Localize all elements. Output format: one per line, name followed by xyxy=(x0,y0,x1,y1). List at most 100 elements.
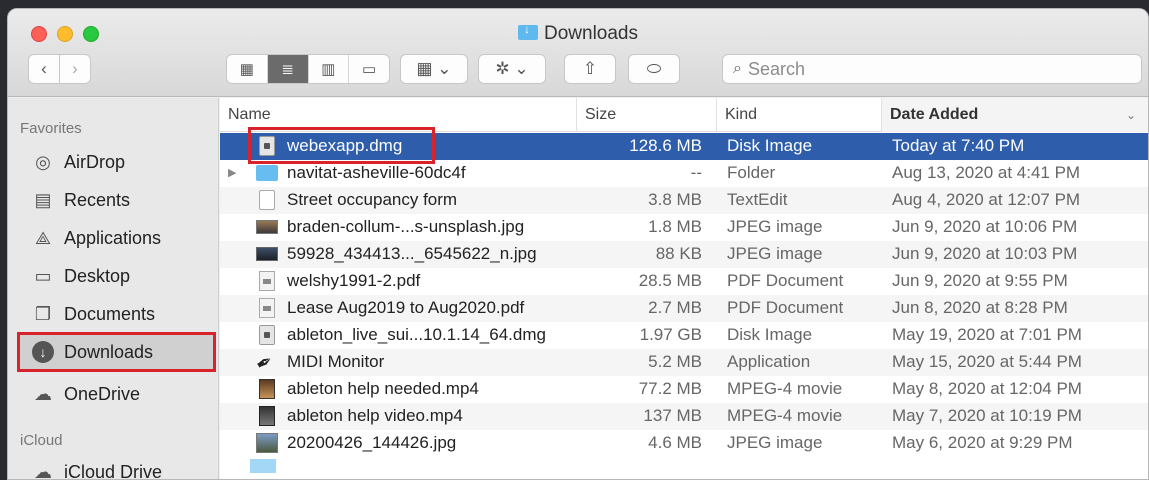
sidebar-item-desktop[interactable]: ▭ Desktop xyxy=(18,258,214,294)
action-menu-button[interactable]: ✲ ⌄ xyxy=(478,54,546,84)
video-icon xyxy=(259,379,275,399)
file-kind: Disk Image xyxy=(727,325,813,344)
desktop-icon: ▭ xyxy=(34,265,52,286)
share-button[interactable]: ⇧ xyxy=(564,54,616,84)
file-kind: Disk Image xyxy=(727,136,813,155)
gear-icon: ✲ ⌄ xyxy=(495,59,529,78)
file-row-partial xyxy=(220,457,1148,473)
sidebar-item-onedrive[interactable]: ☁ OneDrive xyxy=(18,376,214,412)
file-name: ableton help needed.mp4 xyxy=(287,379,479,398)
tags-button[interactable]: ⬭ xyxy=(628,54,680,84)
titlebar: Downloads ‹ › ▦ ≣ ▥ ▭ ▦ ⌄ ✲ ⌄ ⇧ ⬭ ⌕ xyxy=(8,9,1148,97)
file-kind: PDF Document xyxy=(727,298,844,317)
file-list: Name Size Kind Date Added ⌄ webexapp.dmg… xyxy=(220,98,1148,479)
group-by-button[interactable]: ▦ ⌄ xyxy=(400,54,468,84)
file-size: 3.8 MB xyxy=(648,190,702,209)
column-view-button[interactable]: ▥ xyxy=(309,55,350,83)
file-kind: TextEdit xyxy=(727,190,788,209)
disk-image-icon xyxy=(259,136,275,156)
file-kind: Folder xyxy=(727,163,776,182)
file-row[interactable]: ableton help video.mp4 137 MB MPEG-4 mov… xyxy=(220,403,1148,430)
search-field[interactable]: ⌕ xyxy=(722,54,1142,84)
column-view-icon: ▥ xyxy=(321,61,336,78)
downloads-folder-icon xyxy=(518,22,538,40)
file-name: Street occupancy form xyxy=(287,190,458,209)
file-name: ableton_live_sui...10.1.14_64.dmg xyxy=(287,325,546,344)
forward-button[interactable]: › xyxy=(59,54,91,84)
sidebar-item-recents[interactable]: ▤ Recents xyxy=(18,182,214,218)
file-size: 1.8 MB xyxy=(648,217,702,236)
document-icon xyxy=(259,190,275,210)
file-row[interactable]: Lease Aug2019 to Aug2020.pdf 2.7 MB PDF … xyxy=(220,295,1148,322)
file-row[interactable]: webexapp.dmg 128.6 MB Disk Image Today a… xyxy=(220,127,1148,164)
gallery-view-button[interactable]: ▭ xyxy=(349,55,389,83)
image-icon xyxy=(256,433,278,453)
file-name: braden-collum-...s-unsplash.jpg xyxy=(287,217,525,236)
file-kind: MPEG-4 movie xyxy=(727,406,843,425)
recents-icon: ▤ xyxy=(34,189,52,210)
window-title: Downloads xyxy=(8,22,1148,45)
sidebar-item-downloads[interactable]: ↓ Downloads xyxy=(17,332,216,372)
file-kind: JPEG image xyxy=(727,217,823,236)
column-header-kind[interactable]: Kind xyxy=(717,98,882,132)
file-name: welshy1991-2.pdf xyxy=(287,271,421,290)
column-header-date-added[interactable]: Date Added ⌄ xyxy=(882,98,1148,132)
file-size: 128.6 MB xyxy=(629,136,702,155)
file-name: MIDI Monitor xyxy=(287,352,385,371)
file-size: 137 MB xyxy=(643,406,702,425)
sidebar-item-airdrop[interactable]: ◎ AirDrop xyxy=(18,144,214,180)
file-row[interactable]: ableton_live_sui...10.1.14_64.dmg 1.97 G… xyxy=(220,322,1148,349)
list-view-icon: ≣ xyxy=(281,61,294,78)
sidebar-item-label: Desktop xyxy=(64,265,131,286)
disk-image-icon xyxy=(259,325,275,345)
sidebar-item-applications[interactable]: ⟁ Applications xyxy=(18,220,214,256)
app-icon: ✒ xyxy=(251,349,278,378)
file-date: Aug 13, 2020 at 4:41 PM xyxy=(892,163,1081,182)
sidebar-item-label: Recents xyxy=(64,189,131,210)
sidebar-item-label: iCloud Drive xyxy=(64,461,163,480)
file-row[interactable]: ✒ MIDI Monitor 5.2 MB Application May 15… xyxy=(220,349,1148,378)
file-name: Lease Aug2019 to Aug2020.pdf xyxy=(287,298,525,317)
file-row[interactable]: ableton help needed.mp4 77.2 MB MPEG-4 m… xyxy=(220,376,1148,403)
file-date: May 19, 2020 at 7:01 PM xyxy=(892,325,1082,344)
documents-icon: ❐ xyxy=(34,303,52,324)
sidebar-item-documents[interactable]: ❐ Documents xyxy=(18,296,214,332)
icon-view-icon: ▦ xyxy=(239,61,254,78)
search-input[interactable] xyxy=(747,58,1128,80)
file-row[interactable]: 20200426_144426.jpg 4.6 MB JPEG image Ma… xyxy=(220,430,1148,457)
airdrop-icon: ◎ xyxy=(35,151,51,172)
file-row[interactable]: Street occupancy form 3.8 MB TextEdit Au… xyxy=(220,187,1148,214)
finder-window: Downloads ‹ › ▦ ≣ ▥ ▭ ▦ ⌄ ✲ ⌄ ⇧ ⬭ ⌕ xyxy=(7,8,1149,480)
image-icon xyxy=(256,247,278,261)
view-mode-control: ▦ ≣ ▥ ▭ xyxy=(226,54,390,84)
pdf-icon xyxy=(259,298,275,318)
file-name: ableton help video.mp4 xyxy=(287,406,463,425)
search-icon: ⌕ xyxy=(733,60,742,77)
file-row[interactable]: ▶ navitat-asheville-60dc4f -- Folder Aug… xyxy=(220,160,1148,187)
disclosure-triangle-icon[interactable]: ▶ xyxy=(228,166,236,179)
icloud-icon: ☁ xyxy=(34,461,52,480)
file-row[interactable]: welshy1991-2.pdf 28.5 MB PDF Document Ju… xyxy=(220,268,1148,295)
file-rows: webexapp.dmg 128.6 MB Disk Image Today a… xyxy=(220,127,1148,473)
file-date: Today at 7:40 PM xyxy=(892,136,1025,155)
pdf-icon xyxy=(259,271,275,291)
window-title-text: Downloads xyxy=(544,23,638,44)
file-kind: JPEG image xyxy=(727,433,823,452)
list-view-button[interactable]: ≣ xyxy=(267,55,309,83)
file-size: -- xyxy=(690,163,702,182)
file-kind: MPEG-4 movie xyxy=(727,379,843,398)
file-row[interactable]: 59928_434413..._6545622_n.jpg 88 KB JPEG… xyxy=(220,241,1148,268)
column-header-date-label: Date Added xyxy=(890,106,979,123)
sidebar-item-icloud-drive[interactable]: ☁ iCloud Drive xyxy=(18,454,214,480)
sort-chevron-icon: ⌄ xyxy=(1125,108,1136,122)
image-icon xyxy=(256,220,278,234)
file-size: 77.2 MB xyxy=(638,379,702,398)
back-button[interactable]: ‹ xyxy=(28,54,60,84)
file-row[interactable]: braden-collum-...s-unsplash.jpg 1.8 MB J… xyxy=(220,214,1148,241)
icon-view-button[interactable]: ▦ xyxy=(227,55,268,83)
column-header-size[interactable]: Size xyxy=(577,98,717,132)
applications-icon: ⟁ xyxy=(34,227,52,248)
file-date: Aug 4, 2020 at 12:07 PM xyxy=(892,190,1081,209)
group-grid-icon: ▦ ⌄ xyxy=(416,59,452,78)
file-kind: JPEG image xyxy=(727,244,823,263)
